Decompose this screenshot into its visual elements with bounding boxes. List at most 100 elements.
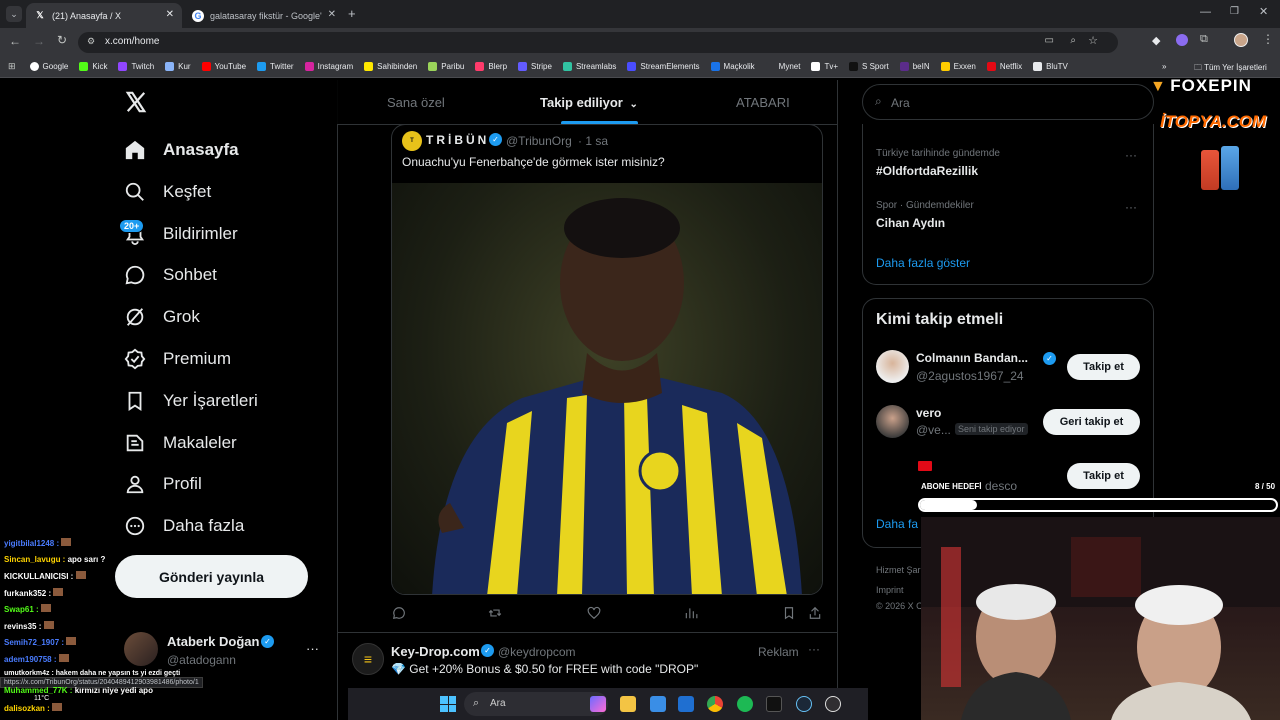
- extension-icon[interactable]: [1176, 34, 1188, 46]
- views-icon[interactable]: [684, 606, 698, 620]
- nav-articles[interactable]: Makaleler: [124, 432, 237, 454]
- trend-more-icon[interactable]: ···: [1125, 148, 1137, 162]
- x-logo-icon[interactable]: [125, 90, 147, 114]
- retweet-icon[interactable]: [488, 606, 502, 620]
- bookmark-twitch[interactable]: Twitch: [118, 62, 154, 71]
- tweet-photo[interactable]: [392, 183, 822, 594]
- minimize-icon[interactable]: —: [1200, 6, 1211, 18]
- follow-button[interactable]: Takip et: [1067, 354, 1140, 380]
- apps-grid-icon[interactable]: ⊞: [8, 61, 16, 72]
- bookmark-icon[interactable]: [782, 606, 796, 620]
- bookmark-streamlabs[interactable]: Streamlabs: [562, 62, 616, 71]
- more-dots-icon[interactable]: ···: [808, 642, 820, 656]
- ad-tweet[interactable]: ≡ Key-Drop.com ✓ @keydropcom Reklam ··· …: [337, 633, 837, 688]
- post-button[interactable]: Gönderi yayınla: [115, 555, 308, 598]
- bookmark-twitter[interactable]: Twitter: [257, 62, 294, 71]
- nav-more[interactable]: Daha fazla: [124, 515, 244, 537]
- spotify-icon[interactable]: [737, 696, 753, 712]
- cast-icon[interactable]: ▭: [1045, 35, 1054, 46]
- show-more-trends-link[interactable]: Daha fazla göster: [876, 256, 970, 270]
- trend-topic[interactable]: Cihan Aydın: [876, 216, 945, 230]
- bookmark-google[interactable]: Google: [29, 62, 68, 71]
- bookmark-ssport[interactable]: S Sport: [849, 62, 889, 71]
- taskbar-search[interactable]: ⌕ Ara: [464, 692, 608, 716]
- nav-explore[interactable]: Keşfet: [124, 181, 211, 203]
- emote-icon: [43, 621, 54, 629]
- bookmark-sahibinden[interactable]: Sahibinden: [364, 62, 417, 71]
- extension-icon[interactable]: ◆: [1152, 34, 1160, 47]
- bookmark-bein[interactable]: beIN: [899, 62, 930, 71]
- file-explorer-icon[interactable]: [620, 696, 636, 712]
- mail-icon[interactable]: [678, 696, 694, 712]
- trend-more-icon[interactable]: ···: [1125, 200, 1137, 214]
- close-window-icon[interactable]: ✕: [1259, 5, 1268, 18]
- store-icon[interactable]: [650, 696, 666, 712]
- nav-chat[interactable]: Sohbet: [124, 264, 217, 286]
- bookmark-star-icon[interactable]: ☆: [1088, 34, 1098, 47]
- like-icon[interactable]: [587, 606, 601, 620]
- back-icon[interactable]: ←: [9, 34, 21, 48]
- tab-following[interactable]: Takip ediliyor ⌄: [540, 95, 638, 110]
- address-bar[interactable]: ⚙ x.com/home ▭ ⌕ ☆: [78, 32, 1118, 53]
- forward-icon[interactable]: →: [33, 34, 45, 48]
- bookmark-blutv[interactable]: BluTV: [1033, 62, 1068, 71]
- taskview-icon[interactable]: [590, 696, 606, 712]
- follow-button[interactable]: Takip et: [1067, 463, 1140, 489]
- nav-bookmarks[interactable]: Yer İşaretleri: [124, 390, 258, 412]
- bookmark-exxen[interactable]: Exxen: [940, 62, 976, 71]
- more-dots-icon[interactable]: ···: [306, 641, 319, 656]
- steam-icon[interactable]: [796, 696, 812, 712]
- show-more-follow-link[interactable]: Daha fa: [876, 517, 918, 531]
- tab-list-button[interactable]: ⌄: [6, 6, 22, 22]
- tab-for-you[interactable]: Sana özel: [387, 95, 445, 110]
- bookmark-mackolik[interactable]: Maçkolik: [710, 62, 755, 71]
- bookmark-stripe[interactable]: Stripe: [518, 62, 552, 71]
- suggest-name[interactable]: vero: [916, 406, 941, 420]
- trend-topic[interactable]: #OldfortdaRezillik: [876, 164, 978, 178]
- quoted-tweet[interactable]: T TRİBÜN ✓ @TribunOrg · 1 sa Onuachu'yu …: [391, 124, 823, 595]
- reply-icon[interactable]: [392, 606, 406, 620]
- account-switcher[interactable]: Ataberk Doğan ✓ @atadogann ···: [124, 632, 324, 672]
- nav-grok[interactable]: Grok: [124, 306, 200, 328]
- site-info-icon[interactable]: ⚙: [87, 36, 95, 47]
- nav-home[interactable]: Anasayfa: [124, 139, 239, 161]
- bookmark-kur[interactable]: Kur: [165, 62, 191, 71]
- bookmark-netflix[interactable]: Netflix: [986, 62, 1022, 71]
- bookmark-paribu[interactable]: Paribu: [428, 62, 464, 71]
- bookmark-mynet[interactable]: Mynet: [765, 62, 800, 71]
- extensions-puzzle-icon[interactable]: ⧉: [1200, 33, 1208, 46]
- footer-link[interactable]: Hizmet Şar: [876, 565, 921, 575]
- chat-message: umutkorkm4z : hakem daha ne yapsın ts yi…: [4, 670, 181, 677]
- share-icon[interactable]: [808, 606, 822, 620]
- chrome-icon[interactable]: [707, 696, 723, 712]
- search-input[interactable]: ⌕ Ara: [862, 84, 1154, 120]
- windows-start-icon[interactable]: [440, 696, 456, 712]
- profile-avatar[interactable]: [1234, 33, 1248, 47]
- follow-back-button[interactable]: Geri takip et: [1043, 409, 1140, 435]
- footer-link[interactable]: Imprint: [876, 585, 904, 595]
- browser-tab-google[interactable]: G galatasaray fikstür - Google'da ✕: [184, 3, 344, 28]
- weather-widget[interactable]: 11°C: [34, 695, 49, 702]
- bookmark-blerp[interactable]: Blerp: [475, 62, 507, 71]
- bookmark-kick[interactable]: Kick: [79, 62, 107, 71]
- app-icon[interactable]: [766, 696, 782, 712]
- restore-icon[interactable]: ❐: [1230, 6, 1239, 17]
- menu-icon[interactable]: ⋮: [1262, 32, 1274, 46]
- bookmark-streamelements[interactable]: StreamElements: [627, 62, 700, 71]
- nav-profile[interactable]: Profil: [124, 473, 202, 495]
- nav-premium[interactable]: Premium: [124, 348, 231, 370]
- more-bookmarks-icon[interactable]: »: [1162, 62, 1166, 71]
- close-tab-icon[interactable]: ✕: [166, 9, 174, 20]
- bookmark-youtube[interactable]: YouTube: [201, 62, 246, 71]
- reload-icon[interactable]: ↻: [57, 33, 67, 47]
- zoom-icon[interactable]: ⌕: [1070, 35, 1076, 46]
- suggest-name[interactable]: Colmanın Bandan...: [916, 351, 1028, 365]
- bookmark-tvplus[interactable]: Tv+: [811, 62, 838, 71]
- obs-icon[interactable]: [825, 696, 841, 712]
- tab-atabari[interactable]: ATABARI: [736, 95, 790, 110]
- new-tab-button[interactable]: +: [348, 6, 356, 21]
- browser-tab-x[interactable]: 𝕏 (21) Anasayfa / X ✕: [26, 3, 182, 28]
- bookmark-instagram[interactable]: Instagram: [304, 62, 353, 71]
- close-tab-icon[interactable]: ✕: [328, 9, 336, 20]
- all-bookmarks-folder[interactable]: 🗀 Tüm Yer İşaretleri: [1194, 62, 1267, 76]
